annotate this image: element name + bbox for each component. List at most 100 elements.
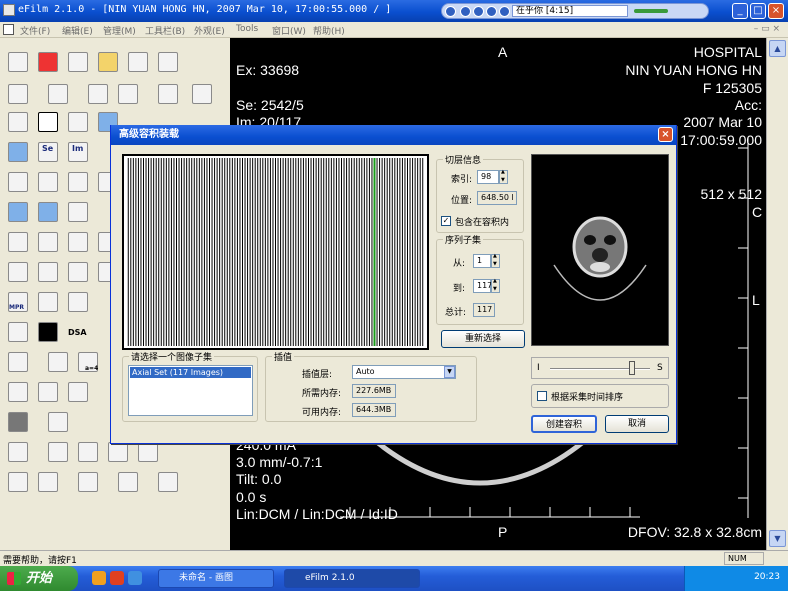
slice-preview[interactable] — [122, 154, 429, 350]
mdi-controls[interactable]: – ▭ × — [754, 24, 780, 34]
image-sync-icon[interactable]: Im — [68, 142, 88, 162]
pencil-icon[interactable] — [48, 442, 68, 462]
sort-by-time-checkbox[interactable] — [537, 391, 547, 401]
reselect-button[interactable]: 重新选择 — [441, 330, 525, 348]
annotation-text-icon[interactable] — [38, 112, 58, 132]
series-sync-icon[interactable]: Se — [38, 142, 58, 162]
image-subset-list[interactable]: Axial Set (117 Images) — [128, 365, 253, 416]
cine-film-icon[interactable] — [8, 442, 28, 462]
dsa-label[interactable]: DSA — [68, 328, 87, 337]
slider-thumb[interactable] — [629, 361, 635, 375]
rotate-icon[interactable] — [8, 322, 28, 342]
brightness-icon[interactable] — [48, 84, 68, 104]
edit-icon[interactable] — [68, 112, 88, 132]
dialog-close-button[interactable]: × — [658, 127, 673, 142]
volume-slider[interactable] — [634, 9, 668, 13]
close-button[interactable]: × — [768, 3, 784, 19]
hierarchy-icon[interactable] — [8, 262, 28, 282]
delete-icon[interactable] — [38, 52, 58, 72]
compare-icon[interactable] — [8, 142, 28, 162]
axis-icon[interactable] — [48, 412, 68, 432]
swap-icon[interactable] — [68, 292, 88, 312]
interp-layer-select[interactable]: Auto — [352, 365, 456, 379]
menu-tools[interactable]: Tools — [236, 24, 258, 34]
bookmark-icon[interactable] — [108, 442, 128, 462]
prev-page-icon[interactable] — [8, 472, 28, 492]
index-field[interactable]: 98 — [477, 170, 499, 184]
invert-icon[interactable] — [38, 322, 58, 342]
stop-icon[interactable] — [486, 6, 497, 17]
crosshair-icon[interactable] — [38, 292, 58, 312]
angle-icon[interactable] — [38, 232, 58, 252]
prev-track-icon[interactable] — [460, 6, 471, 17]
link-icon[interactable] — [68, 202, 88, 222]
create-volume-button[interactable]: 创建容积 — [531, 415, 597, 433]
scroll-down-icon[interactable]: ▼ — [769, 530, 786, 547]
pan-icon[interactable] — [158, 84, 178, 104]
menu-file[interactable]: 文件(F) — [20, 24, 50, 37]
from-field[interactable]: 1 — [473, 254, 491, 268]
stack-down-icon[interactable] — [68, 172, 88, 192]
cross-icon[interactable] — [68, 232, 88, 252]
menu-manage[interactable]: 管理(M) — [103, 24, 136, 37]
color-bars-icon[interactable]: a=4 — [78, 352, 98, 372]
task-paint[interactable]: 未命名 - 画图 — [158, 569, 274, 588]
menu-help[interactable]: 帮助(H) — [313, 24, 345, 37]
include-in-volume-checkbox[interactable]: ✓ — [441, 216, 451, 226]
rotate3d-icon[interactable] — [38, 382, 58, 402]
scroll-up-icon[interactable]: ▲ — [769, 40, 786, 57]
layout-icon[interactable] — [8, 84, 28, 104]
subset-list-item[interactable]: Axial Set (117 Images) — [130, 367, 251, 378]
start-button[interactable]: 开始 — [0, 566, 78, 591]
menu-appearance[interactable]: 外观(E) — [194, 24, 225, 37]
gray-block-icon[interactable] — [8, 412, 28, 432]
to-spinner[interactable] — [491, 278, 500, 293]
open-study-icon[interactable] — [8, 52, 28, 72]
index-spinner[interactable] — [499, 169, 508, 184]
palette-icon[interactable] — [118, 472, 138, 492]
menu-window[interactable]: 窗口(W) — [272, 24, 306, 37]
window-level-icon[interactable] — [88, 84, 108, 104]
flip-icon[interactable] — [8, 172, 28, 192]
key-image-icon[interactable] — [78, 472, 98, 492]
menu-edit[interactable]: 编辑(E) — [62, 24, 93, 37]
to-field[interactable]: 117 — [473, 279, 492, 293]
quick-launch-ie-icon[interactable] — [128, 571, 142, 585]
chevron-down-icon[interactable]: ▼ — [444, 366, 455, 378]
menu-toolbar[interactable]: 工具栏(B) — [145, 24, 185, 37]
media-logo-icon[interactable] — [445, 6, 456, 17]
hierarchy2-icon[interactable] — [38, 262, 58, 282]
zoom-rect-icon[interactable] — [192, 84, 212, 104]
page-icon[interactable] — [138, 442, 158, 462]
play-pause-icon[interactable] — [473, 6, 484, 17]
from-spinner[interactable] — [491, 253, 500, 268]
grid-icon[interactable] — [68, 262, 88, 282]
tools-icon[interactable] — [158, 52, 178, 72]
burn-cd-icon[interactable] — [38, 472, 58, 492]
move-icon[interactable] — [8, 382, 28, 402]
next-track-icon[interactable] — [499, 6, 510, 17]
quick-launch-media-icon[interactable] — [110, 571, 124, 585]
task-efilm[interactable]: eFilm 2.1.0 — [284, 569, 420, 588]
color-map-icon[interactable] — [8, 352, 28, 372]
cancel-button[interactable]: 取消 — [605, 415, 669, 433]
minimize-button[interactable]: _ — [732, 3, 748, 19]
slider-track[interactable] — [550, 368, 650, 370]
print-icon[interactable] — [128, 52, 148, 72]
lasso-icon[interactable] — [68, 382, 88, 402]
prev-series-icon[interactable] — [8, 202, 28, 222]
mpr-icon[interactable]: MPR — [8, 292, 28, 312]
next-series-icon[interactable] — [38, 202, 58, 222]
quick-launch-browser-icon[interactable] — [92, 571, 106, 585]
window-preset-icon[interactable] — [48, 352, 68, 372]
folder-icon[interactable] — [98, 52, 118, 72]
export-icon[interactable] — [78, 442, 98, 462]
stack-up-icon[interactable] — [38, 172, 58, 192]
back-arrow-icon[interactable] — [8, 112, 28, 132]
hourglass-icon[interactable] — [68, 52, 88, 72]
vertical-scrollbar[interactable]: ▲ ▼ — [766, 38, 788, 550]
maximize-button[interactable]: □ — [750, 3, 766, 19]
magnify-icon[interactable] — [118, 84, 138, 104]
ruler-icon[interactable] — [8, 232, 28, 252]
brush-icon[interactable] — [158, 472, 178, 492]
